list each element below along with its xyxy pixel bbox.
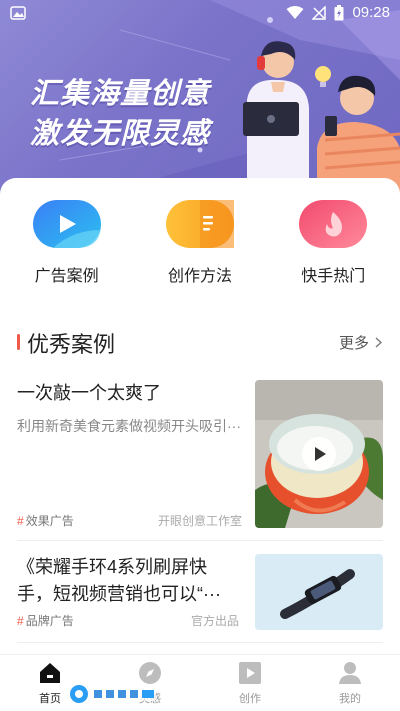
quick-entry-label: 快手热门 — [301, 268, 366, 285]
divider — [17, 642, 383, 643]
card-title: 一次敲一个太爽了 — [17, 383, 161, 403]
quick-entry-ad-cases[interactable]: 广告案例 — [0, 200, 133, 290]
nav-item-create[interactable]: 创作 — [200, 655, 300, 711]
nav-label: 我的 — [339, 693, 361, 705]
card-source: 开眼创意工作室 — [158, 514, 243, 528]
content-sheet: 广告案例 创作方法 快手热门 优秀案例 更多 一次敲一个太爽了 利用新奇美食元素… — [0, 178, 400, 654]
quick-entry-creation-methods[interactable]: 创作方法 — [133, 200, 266, 290]
quick-entry-label: 创作方法 — [167, 268, 232, 285]
case-card[interactable]: 《荣耀手环4系列刷屏快 手，短视频营销也可以“··· # 品牌广告 官方出品 — [17, 554, 383, 634]
card-title-line2: 手，短视频营销也可以“··· — [17, 584, 221, 604]
section-accent-bar — [17, 334, 20, 350]
video-thumbnail[interactable] — [255, 380, 383, 528]
nav-item-profile[interactable]: 我的 — [300, 655, 400, 711]
more-label: 更多 — [338, 335, 369, 352]
card-tag-label: 效果广告 — [25, 514, 74, 528]
video-thumbnail[interactable] — [255, 554, 383, 630]
status-bar: 09:28 — [0, 0, 400, 28]
home-icon — [40, 663, 60, 683]
section-header: 优秀案例 更多 — [0, 326, 400, 357]
case-card[interactable]: 一次敲一个太爽了 利用新奇美食元素做视频开头吸引··· # 效果广告 开眼创意工作… — [17, 378, 383, 528]
video-icon — [239, 662, 261, 684]
play-button[interactable] — [302, 437, 336, 471]
divider — [17, 540, 383, 541]
wifi-icon — [286, 5, 304, 19]
bottom-nav: 首页 灵感 创作 我的 — [0, 654, 400, 711]
card-source: 官方出品 — [191, 614, 240, 628]
people-illustration — [235, 41, 400, 200]
more-link[interactable]: 更多 — [339, 332, 382, 353]
card-tag-label: 品牌广告 — [25, 614, 74, 628]
card-title-line1: 《荣耀手环4系列刷屏快 — [17, 557, 208, 577]
user-icon — [339, 662, 361, 684]
play-icon — [315, 447, 326, 461]
card-description: 利用新奇美食元素做视频开头吸引··· — [17, 418, 241, 434]
card-tag: # 效果广告 — [17, 514, 74, 528]
nav-label: 首页 — [39, 693, 61, 705]
flame-icon — [299, 200, 368, 248]
nav-label: 创作 — [239, 693, 261, 705]
card-tag: # 品牌广告 — [17, 614, 74, 628]
no-signal-icon — [312, 5, 327, 20]
hero-banner[interactable]: 汇集海量创意 激发无限灵感 — [0, 0, 400, 200]
quick-entry-label: 广告案例 — [34, 268, 99, 285]
play-icon — [32, 200, 101, 248]
chevron-right-icon — [375, 337, 382, 348]
document-icon — [165, 200, 234, 248]
clock: 09:28 — [352, 4, 390, 21]
quick-entry-row: 广告案例 创作方法 快手热门 — [0, 200, 400, 290]
section-title: 优秀案例 — [27, 332, 116, 357]
quick-entry-kuaishou-hot[interactable]: 快手热门 — [267, 200, 400, 290]
gallery-icon — [10, 6, 26, 20]
gogo-watermark-logo — [70, 685, 156, 703]
battery-charging-icon — [334, 4, 344, 20]
hero-title-line2: 激发无限灵感 — [30, 118, 211, 150]
hero-title-line1: 汇集海量创意 — [30, 78, 211, 110]
band-thumbnail-image — [255, 554, 383, 630]
